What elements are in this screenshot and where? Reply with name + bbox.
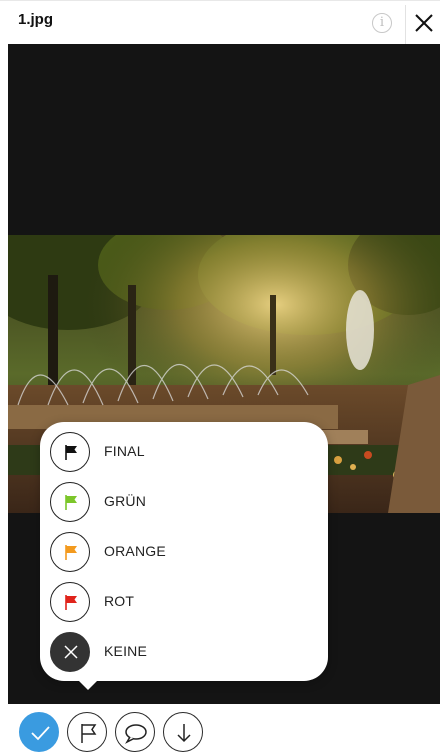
close-icon: [415, 14, 433, 32]
approve-button[interactable]: [19, 712, 59, 752]
bottom-toolbar: [0, 704, 440, 756]
flag-icon: [65, 595, 77, 610]
flag-option-label: GRÜN: [104, 493, 147, 509]
flag-none-button[interactable]: [50, 632, 90, 672]
flag-orange-button[interactable]: [50, 532, 90, 572]
flag-option-label: KEINE: [104, 643, 148, 659]
file-name: 1.jpg: [18, 11, 54, 28]
flag-option-label: FINAL: [104, 443, 145, 459]
flag-rot-button[interactable]: [50, 582, 90, 622]
flag-icon: [65, 445, 77, 460]
download-icon: [177, 724, 191, 743]
flag-option-rot[interactable]: ROT: [50, 580, 310, 624]
flag-option-final[interactable]: FINAL: [50, 430, 310, 474]
header-divider: [405, 5, 406, 45]
checkmark-icon: [31, 726, 50, 741]
flag-option-gruen[interactable]: GRÜN: [50, 480, 310, 524]
flag-gruen-button[interactable]: [50, 482, 90, 522]
flag-menu: FINAL GRÜN ORANGE ROT KEINE: [40, 422, 328, 690]
info-icon[interactable]: i: [372, 13, 392, 33]
popover-pointer: [78, 680, 98, 690]
close-icon: [64, 645, 78, 659]
flag-option-label: ROT: [104, 593, 135, 609]
header-bar: 1.jpg i: [0, 0, 440, 45]
comment-button[interactable]: [115, 712, 155, 752]
flag-icon: [65, 495, 77, 510]
flag-option-keine[interactable]: KEINE: [50, 630, 310, 674]
flag-final-button[interactable]: [50, 432, 90, 472]
comment-icon: [125, 724, 147, 744]
download-button[interactable]: [163, 712, 203, 752]
flag-outline-icon: [81, 724, 97, 743]
flag-option-label: ORANGE: [104, 543, 166, 559]
close-button[interactable]: [410, 9, 438, 37]
flag-button[interactable]: [67, 712, 107, 752]
flag-icon: [65, 545, 77, 560]
flag-option-orange[interactable]: ORANGE: [50, 530, 310, 574]
